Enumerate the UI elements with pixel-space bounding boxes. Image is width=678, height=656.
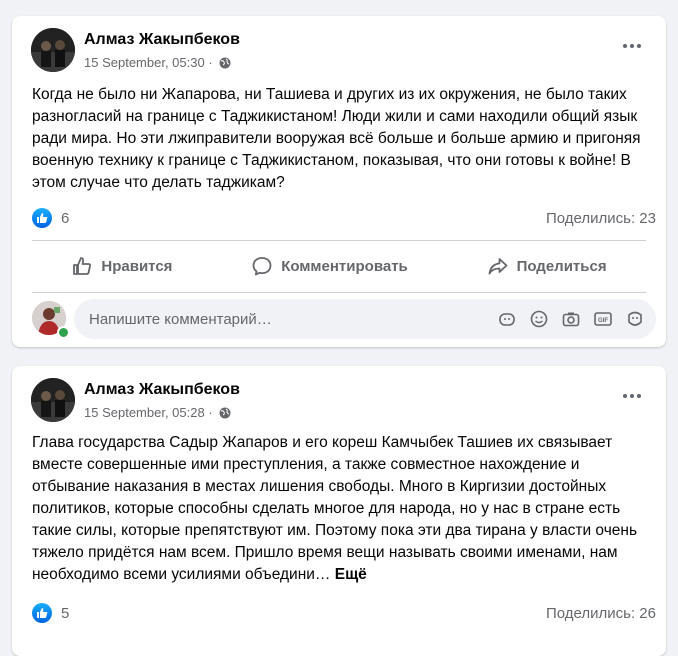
- svg-text:GIF: GIF: [598, 318, 608, 324]
- action-bar: Нравится Комментировать Поделиться: [32, 245, 646, 287]
- comment-composer: Напишите комментарий… GIF: [32, 299, 656, 339]
- author-avatar[interactable]: [31, 378, 75, 422]
- more-options-icon[interactable]: [620, 388, 644, 404]
- post-stats: 5 Поделились: 26: [32, 603, 656, 623]
- like-button[interactable]: Нравится: [71, 255, 172, 277]
- online-status-dot: [57, 326, 70, 339]
- thumbs-up-icon: [73, 257, 92, 275]
- post-card: Алмаз Жакыпбеков 15 September, 05:30 · К…: [12, 16, 666, 347]
- share-button[interactable]: Поделиться: [487, 255, 607, 277]
- post-meta: 15 September, 05:28 ·: [84, 405, 231, 420]
- share-label: Поделиться: [516, 257, 607, 275]
- post-meta: 15 September, 05:30 ·: [84, 55, 231, 70]
- post-stats: 6 Поделились: 23: [32, 208, 656, 228]
- reactions[interactable]: 5: [32, 603, 69, 623]
- share-icon: [488, 258, 507, 275]
- globe-icon: [219, 57, 231, 68]
- author-name[interactable]: Алмаз Жакыпбеков: [84, 381, 240, 399]
- comment-label: Комментировать: [281, 257, 408, 275]
- camera-icon[interactable]: [560, 308, 582, 330]
- post-card: Алмаз Жакыпбеков 15 September, 05:28 · Г…: [12, 366, 666, 656]
- comment-tools: GIF: [496, 308, 646, 330]
- divider: [32, 240, 646, 241]
- like-label: Нравится: [101, 257, 173, 275]
- comment-input[interactable]: Напишите комментарий… GIF: [74, 299, 656, 339]
- comment-placeholder: Напишите комментарий…: [89, 310, 272, 328]
- like-badge-icon: [32, 603, 52, 623]
- like-count: 6: [61, 209, 70, 227]
- reactions[interactable]: 6: [32, 208, 69, 228]
- post-text-body: Глава государства Садыр Жапаров и его ко…: [32, 434, 638, 583]
- post-text: Глава государства Садыр Жапаров и его ко…: [32, 432, 652, 586]
- post-timestamp[interactable]: 15 September, 05:28 ·: [84, 405, 213, 420]
- author-avatar[interactable]: [31, 28, 75, 72]
- post-timestamp[interactable]: 15 September, 05:30 ·: [84, 55, 213, 70]
- see-more-link[interactable]: Ещё: [335, 566, 367, 583]
- share-count[interactable]: Поделились: 26: [546, 605, 656, 622]
- share-count[interactable]: Поделились: 23: [546, 210, 656, 227]
- divider: [32, 292, 646, 293]
- gif-icon[interactable]: GIF: [592, 308, 614, 330]
- emoji-icon[interactable]: [528, 308, 550, 330]
- like-count: 5: [61, 604, 70, 622]
- like-badge-icon: [32, 208, 52, 228]
- post-text: Когда не было ни Жапарова, ни Ташиева и …: [32, 86, 641, 191]
- sticker-icon[interactable]: [496, 308, 518, 330]
- more-options-icon[interactable]: [620, 38, 644, 54]
- globe-icon: [219, 407, 231, 418]
- comment-icon: [252, 257, 272, 276]
- comment-button[interactable]: Комментировать: [251, 255, 408, 277]
- avatar-sticker-icon[interactable]: [624, 308, 646, 330]
- author-name[interactable]: Алмаз Жакыпбеков: [84, 31, 240, 49]
